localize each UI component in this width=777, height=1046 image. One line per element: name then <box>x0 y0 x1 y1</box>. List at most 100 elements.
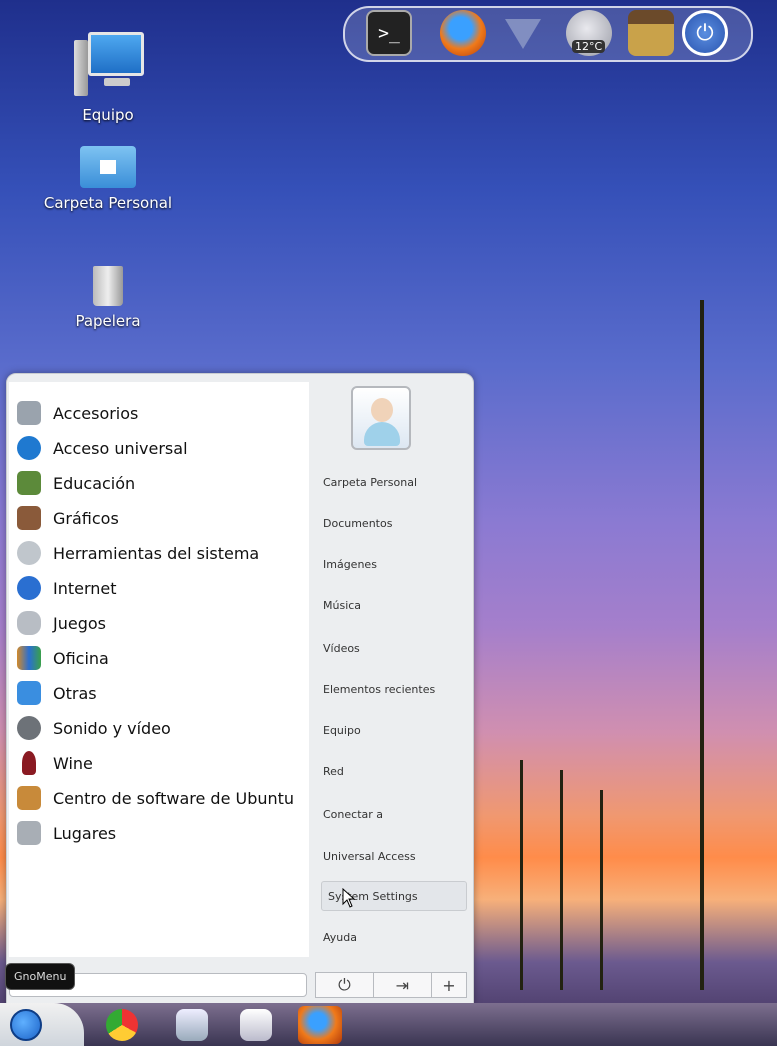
network-icon[interactable] <box>500 10 546 56</box>
category-list: Accesorios Acceso universal Educación Gr… <box>9 382 309 957</box>
category-label: Otras <box>53 683 97 703</box>
category-graficos[interactable]: Gráficos <box>17 502 307 534</box>
place-label: Universal Access <box>323 849 416 863</box>
system-tools-icon <box>17 541 41 565</box>
category-label: Herramientas del sistema <box>53 543 260 563</box>
firefox-icon[interactable] <box>440 10 486 56</box>
category-sonido-video[interactable]: Sonido y vídeo <box>17 712 307 744</box>
category-label: Educación <box>53 473 136 493</box>
desktop-icon-label: Equipo <box>82 106 134 124</box>
category-label: Wine <box>53 753 93 773</box>
place-label: Música <box>323 598 362 612</box>
category-label: Sonido y vídeo <box>53 718 171 738</box>
category-internet[interactable]: Internet <box>17 572 307 604</box>
place-red[interactable]: Red <box>323 756 469 786</box>
trash-icon <box>93 266 123 306</box>
taskbar <box>0 1003 777 1046</box>
place-videos[interactable]: Vídeos <box>323 633 469 663</box>
category-label: Juegos <box>53 613 106 633</box>
desktop-icon-computer[interactable]: Equipo <box>38 32 178 124</box>
desktop-icon-label: Carpeta Personal <box>43 194 173 212</box>
logout-button[interactable]: ⇥ <box>373 972 432 998</box>
weather-temp: 12°C <box>572 40 606 53</box>
category-label: Acceso universal <box>53 438 188 458</box>
start-icon <box>10 1009 42 1041</box>
add-button[interactable]: + <box>431 972 467 998</box>
universal-access-icon <box>17 436 41 460</box>
place-ayuda[interactable]: Ayuda <box>323 922 469 952</box>
chrome-icon[interactable] <box>106 1009 138 1041</box>
sound-video-icon <box>17 716 41 740</box>
power-icon[interactable]: ⏻ <box>682 10 728 56</box>
place-imagenes[interactable]: Imágenes <box>323 549 469 579</box>
category-oficina[interactable]: Oficina <box>17 642 307 674</box>
category-label: Oficina <box>53 648 109 668</box>
place-label: Elementos recientes <box>323 682 436 696</box>
category-herramientas[interactable]: Herramientas del sistema <box>17 537 307 569</box>
place-equipo[interactable]: Equipo <box>323 715 469 745</box>
files-icon[interactable] <box>176 1009 208 1041</box>
place-documentos[interactable]: Documentos <box>323 508 469 538</box>
screenshot-icon[interactable] <box>240 1009 272 1041</box>
category-educacion[interactable]: Educación <box>17 467 307 499</box>
category-label: Lugares <box>53 823 117 843</box>
start-button[interactable] <box>0 1003 84 1046</box>
weather-icon[interactable]: 12°C <box>566 10 612 56</box>
place-label: Red <box>323 764 344 778</box>
power-button[interactable]: ⏻ <box>315 972 374 998</box>
category-label: Gráficos <box>53 508 119 528</box>
avatar-head <box>371 398 393 422</box>
category-software-center[interactable]: Centro de software de Ubuntu <box>17 782 307 814</box>
other-icon <box>17 681 41 705</box>
menu-tooltip: GnoMenu <box>5 963 76 990</box>
accessories-icon <box>17 401 41 425</box>
place-musica[interactable]: Música <box>323 590 469 620</box>
graphics-icon <box>17 506 41 530</box>
category-lugares[interactable]: Lugares <box>17 817 307 849</box>
office-icon <box>17 646 41 670</box>
category-label: Internet <box>53 578 117 598</box>
place-universal-access[interactable]: Universal Access <box>323 841 469 871</box>
category-accesorios[interactable]: Accesorios <box>17 397 307 429</box>
tree-silhouette <box>600 790 603 990</box>
archive-icon[interactable] <box>628 10 674 56</box>
desktop-icon-home-folder[interactable]: Carpeta Personal <box>38 146 178 212</box>
place-label: Imágenes <box>323 557 377 571</box>
firefox-taskbar-icon[interactable] <box>298 1006 342 1044</box>
place-carpeta-personal[interactable]: Carpeta Personal <box>323 467 469 497</box>
education-icon <box>17 471 41 495</box>
tree-silhouette <box>700 300 704 990</box>
places-icon <box>17 821 41 845</box>
category-wine[interactable]: Wine <box>17 747 307 779</box>
category-otras[interactable]: Otras <box>17 677 307 709</box>
category-juegos[interactable]: Juegos <box>17 607 307 639</box>
category-label: Centro de software de Ubuntu <box>53 788 295 808</box>
place-label: Carpeta Personal <box>323 475 418 489</box>
home-folder-icon <box>80 146 136 188</box>
place-label: Vídeos <box>323 641 360 655</box>
computer-icon <box>72 32 144 100</box>
mouse-cursor-icon <box>342 888 356 908</box>
place-label: Conectar a <box>323 807 384 821</box>
places-panel: Carpeta Personal Documentos Imágenes Mús… <box>315 374 471 974</box>
place-system-settings[interactable]: System Settings <box>321 881 467 911</box>
place-elementos-recientes[interactable]: Elementos recientes <box>323 674 469 704</box>
place-conectar-a[interactable]: Conectar a <box>323 799 469 829</box>
games-icon <box>17 611 41 635</box>
place-label: Ayuda <box>323 930 357 944</box>
session-buttons: ⏻ ⇥ + <box>315 972 467 998</box>
wine-icon <box>22 751 36 775</box>
category-acceso-universal[interactable]: Acceso universal <box>17 432 307 464</box>
place-label: Equipo <box>323 723 361 737</box>
user-avatar[interactable] <box>351 386 411 450</box>
software-center-icon <box>17 786 41 810</box>
terminal-icon[interactable]: >_ <box>366 10 412 56</box>
place-label: Documentos <box>323 516 393 530</box>
tree-silhouette <box>560 770 563 990</box>
desktop-icon-trash[interactable]: Papelera <box>38 266 178 330</box>
application-menu: Accesorios Acceso universal Educación Gr… <box>6 373 474 1005</box>
tree-silhouette <box>520 760 523 990</box>
category-label: Accesorios <box>53 403 139 423</box>
desktop-icon-label: Papelera <box>75 312 141 330</box>
internet-icon <box>17 576 41 600</box>
